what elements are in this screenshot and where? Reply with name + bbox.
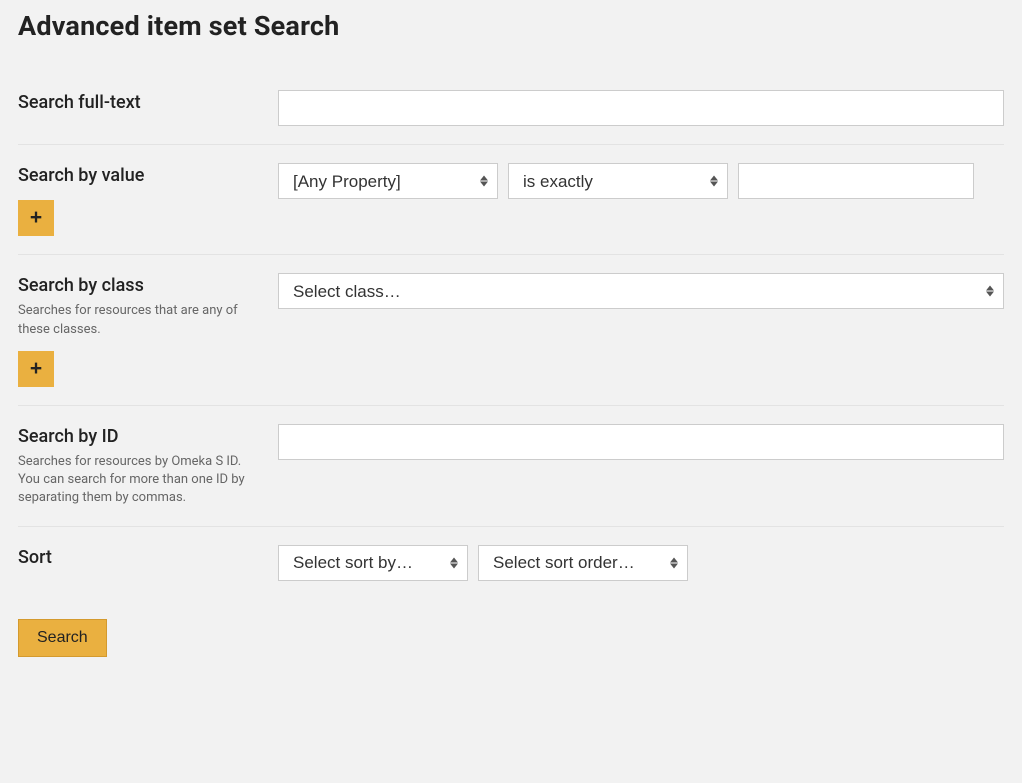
fulltext-label: Search full-text — [18, 90, 258, 115]
add-class-button[interactable]: + — [18, 351, 54, 387]
by-class-desc: Searches for resources that are any of t… — [18, 302, 258, 338]
add-value-button[interactable]: + — [18, 200, 54, 236]
field-row-by-class: Search by class Searches for resources t… — [18, 255, 1004, 406]
field-row-by-value: Search by value + [Any Property] is exac… — [18, 145, 1004, 255]
search-button[interactable]: Search — [18, 619, 107, 657]
operator-select[interactable]: is exactly — [508, 163, 728, 199]
plus-icon: + — [30, 206, 42, 230]
by-id-desc: Searches for resources by Omeka S ID. Yo… — [18, 453, 258, 508]
property-select[interactable]: [Any Property] — [278, 163, 498, 199]
field-row-fulltext: Search full-text — [18, 72, 1004, 145]
sort-label: Sort — [18, 545, 258, 570]
id-input[interactable] — [278, 424, 1004, 460]
by-id-label: Search by ID — [18, 424, 258, 449]
sort-order-select[interactable]: Select sort order… — [478, 545, 688, 581]
field-row-sort: Sort Select sort by… Select sort order… — [18, 527, 1004, 599]
page-title: Advanced item set Search — [18, 10, 1004, 42]
fulltext-input[interactable] — [278, 90, 1004, 126]
value-text-input[interactable] — [738, 163, 974, 199]
by-value-label: Search by value — [18, 163, 258, 188]
plus-icon: + — [30, 357, 42, 381]
sort-by-select[interactable]: Select sort by… — [278, 545, 468, 581]
field-row-by-id: Search by ID Searches for resources by O… — [18, 406, 1004, 527]
by-class-label: Search by class — [18, 273, 258, 298]
class-select[interactable]: Select class… — [278, 273, 1004, 309]
